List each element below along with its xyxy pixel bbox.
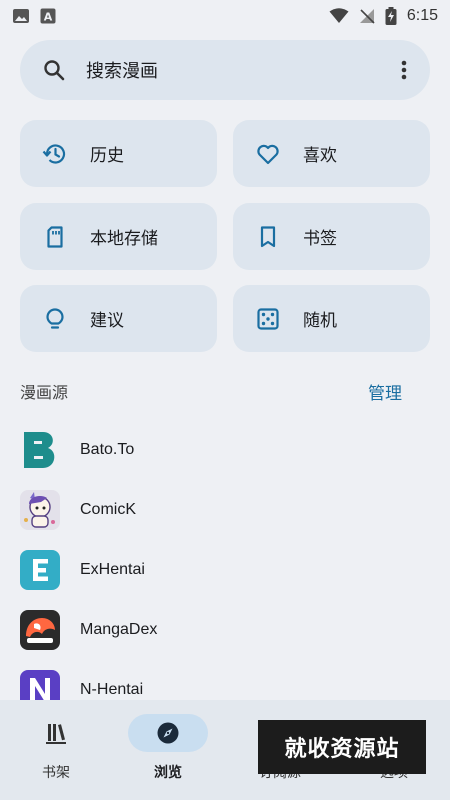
bookmarks-label: 书签 bbox=[303, 229, 337, 249]
sources-section-title: 漫画源 bbox=[20, 383, 69, 402]
source-name: ExHentai bbox=[80, 561, 145, 578]
local-storage-label: 本地存储 bbox=[90, 229, 158, 249]
status-time: 6:15 bbox=[406, 7, 438, 24]
source-name: Bato.To bbox=[80, 441, 135, 458]
nav-browse[interactable]: 浏览 bbox=[112, 714, 224, 794]
comick-logo-icon bbox=[20, 490, 60, 530]
random-tile[interactable]: 随机 bbox=[233, 285, 430, 352]
lightbulb-icon bbox=[42, 306, 68, 332]
local-storage-tile[interactable]: 本地存储 bbox=[20, 203, 217, 270]
nav-shelf-pill bbox=[16, 714, 96, 752]
books-icon bbox=[43, 720, 69, 746]
history-tile[interactable]: 历史 bbox=[20, 120, 217, 187]
more-vert-icon[interactable] bbox=[400, 58, 408, 82]
source-name: N-Hentai bbox=[80, 681, 144, 698]
batoto-logo-icon bbox=[20, 430, 60, 470]
sd-card-icon bbox=[42, 224, 68, 250]
nav-browse-label: 浏览 bbox=[154, 765, 182, 781]
mangadex-logo-icon bbox=[20, 610, 60, 650]
history-icon bbox=[42, 141, 68, 167]
suggestions-tile[interactable]: 建议 bbox=[20, 285, 217, 352]
sources-section-header: 漫画源 管理 bbox=[20, 374, 410, 408]
search-placeholder[interactable]: 搜索漫画 bbox=[86, 57, 400, 83]
nav-browse-pill bbox=[128, 714, 208, 752]
search-icon bbox=[42, 58, 66, 82]
heart-icon bbox=[255, 141, 281, 167]
dice-icon bbox=[255, 306, 281, 332]
font-icon: A bbox=[40, 8, 56, 24]
status-bar: A 6:15 bbox=[0, 0, 450, 32]
source-name: ComicK bbox=[80, 501, 137, 518]
no-signal-icon bbox=[359, 8, 375, 24]
favorites-label: 喜欢 bbox=[303, 146, 337, 166]
source-item-mangadex[interactable]: MangaDex bbox=[0, 600, 450, 660]
source-item-exhentai[interactable]: ExHentai bbox=[0, 540, 450, 600]
gallery-icon bbox=[12, 8, 30, 24]
source-name: MangaDex bbox=[80, 621, 158, 638]
history-label: 历史 bbox=[90, 146, 124, 166]
watermark-banner: 就收资源站 bbox=[258, 720, 426, 774]
suggestions-label: 建议 bbox=[90, 311, 124, 331]
exhentai-logo-icon bbox=[20, 550, 60, 590]
compass-icon bbox=[155, 720, 181, 746]
source-item-batoto[interactable]: Bato.To bbox=[0, 420, 450, 480]
favorites-tile[interactable]: 喜欢 bbox=[233, 120, 430, 187]
wifi-icon bbox=[329, 8, 349, 24]
manage-button[interactable]: 管理 bbox=[360, 375, 410, 408]
nav-shelf-label: 书架 bbox=[42, 765, 70, 781]
svg-text:A: A bbox=[44, 11, 53, 24]
random-label: 随机 bbox=[303, 311, 337, 331]
nav-shelf[interactable]: 书架 bbox=[0, 714, 112, 794]
bookmarks-tile[interactable]: 书签 bbox=[233, 203, 430, 270]
battery-charging-icon bbox=[385, 7, 397, 25]
bookmark-icon bbox=[255, 224, 281, 250]
source-item-comick[interactable]: ComicK bbox=[0, 480, 450, 540]
search-bar[interactable]: 搜索漫画 bbox=[20, 40, 430, 100]
